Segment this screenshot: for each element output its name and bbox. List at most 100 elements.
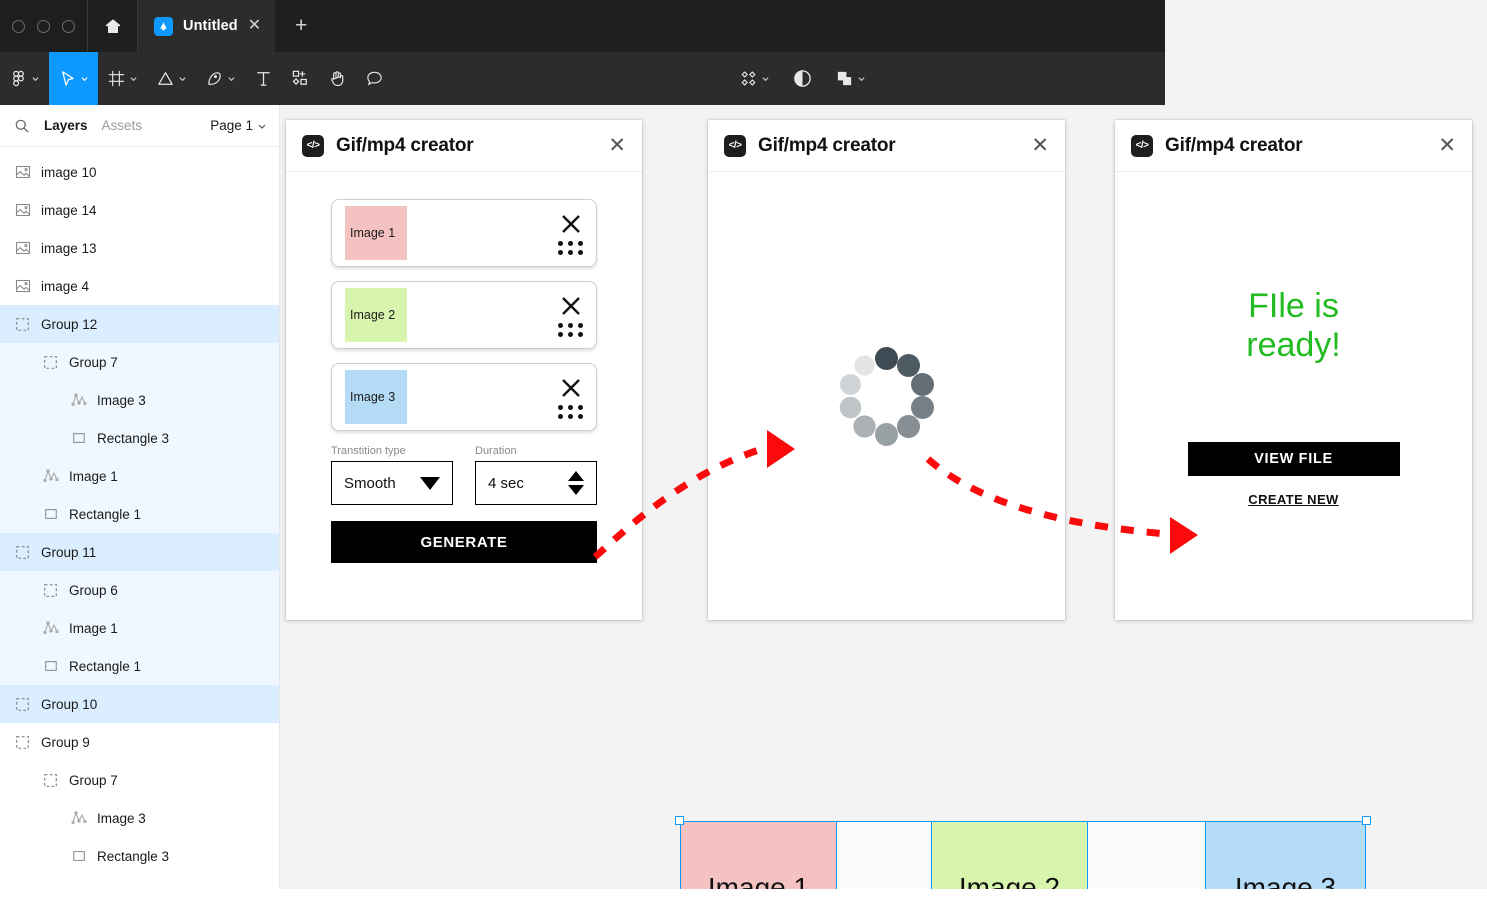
search-icon[interactable] bbox=[14, 118, 30, 134]
layer-row[interactable]: Group 7 bbox=[0, 761, 279, 799]
layer-row[interactable]: Image 1 bbox=[0, 609, 279, 647]
tab-layers[interactable]: Layers bbox=[44, 118, 88, 133]
figma-menu-button[interactable] bbox=[0, 52, 49, 105]
layer-row-label: Image 3 bbox=[97, 392, 146, 408]
remove-icon[interactable] bbox=[559, 212, 583, 236]
remove-icon[interactable] bbox=[559, 294, 583, 318]
stepper-up-icon[interactable] bbox=[568, 471, 584, 481]
layer-row[interactable]: Image 3 bbox=[0, 381, 279, 419]
layer-row-label: Rectangle 3 bbox=[97, 848, 170, 864]
layer-row[interactable]: Group 6 bbox=[0, 571, 279, 609]
minimize-window-button[interactable] bbox=[37, 19, 50, 33]
image-row[interactable]: Image 3 bbox=[331, 363, 597, 431]
layer-row[interactable]: Rectangle 3 bbox=[0, 837, 279, 875]
plugin-close-button[interactable]: ✕ bbox=[608, 135, 626, 156]
shape-tool-button[interactable] bbox=[147, 52, 196, 105]
layer-row-label: Rectangle 3 bbox=[97, 430, 170, 446]
layer-row[interactable]: Group 7 bbox=[0, 343, 279, 381]
component-tool-button[interactable] bbox=[282, 52, 319, 105]
transition-label: Transtition type bbox=[331, 445, 406, 457]
drag-handle-icon[interactable] bbox=[558, 240, 584, 255]
duration-stepper[interactable]: 4 sec bbox=[475, 461, 597, 505]
layer-row-label: Group 7 bbox=[69, 354, 118, 370]
layer-row[interactable]: Group 10 bbox=[0, 685, 279, 723]
layer-row[interactable]: image 4 bbox=[0, 267, 279, 305]
layer-row[interactable]: Rectangle 1 bbox=[0, 647, 279, 685]
drag-handle-icon[interactable] bbox=[558, 322, 584, 337]
plugin-header: </> Gif/mp4 creator ✕ bbox=[708, 120, 1065, 172]
maximize-window-button[interactable] bbox=[62, 19, 75, 33]
layer-row[interactable]: image 14 bbox=[0, 191, 279, 229]
plugin-close-button[interactable]: ✕ bbox=[1031, 135, 1049, 156]
image-row[interactable]: Image 2 bbox=[331, 281, 597, 349]
group-layer-icon bbox=[42, 354, 59, 371]
hand-tool-button[interactable] bbox=[319, 52, 356, 105]
chevron-down-icon bbox=[258, 124, 266, 129]
remove-icon[interactable] bbox=[559, 376, 583, 400]
spinner-dot bbox=[854, 355, 875, 376]
share-button[interactable] bbox=[826, 52, 875, 105]
view-file-button[interactable]: VIEW FILE bbox=[1187, 441, 1400, 476]
plugin-window-ready[interactable]: </> Gif/mp4 creator ✕ FIle is ready! VIE… bbox=[1115, 120, 1472, 620]
spinner-dot bbox=[839, 373, 861, 395]
layer-row[interactable]: Image 1 bbox=[0, 457, 279, 495]
layer-row[interactable]: image 13 bbox=[0, 229, 279, 267]
pen-tool-button[interactable] bbox=[196, 52, 245, 105]
image-row[interactable]: Image 1 bbox=[331, 199, 597, 267]
move-tool-button[interactable] bbox=[49, 52, 98, 105]
tab-assets[interactable]: Assets bbox=[102, 118, 143, 133]
file-tab[interactable]: Untitled ✕ bbox=[138, 0, 276, 52]
drag-handle-icon[interactable] bbox=[558, 404, 584, 419]
group-layer-icon bbox=[14, 544, 31, 561]
layer-row[interactable]: Group 9 bbox=[0, 723, 279, 761]
plugin-title: Gif/mp4 creator bbox=[758, 134, 896, 156]
image-row-actions bbox=[558, 200, 584, 266]
comment-tool-button[interactable] bbox=[356, 52, 393, 105]
rect-layer-icon bbox=[70, 848, 87, 865]
text-tool-button[interactable] bbox=[245, 52, 282, 105]
stepper-down-icon[interactable] bbox=[568, 485, 584, 495]
chevron-down-icon bbox=[32, 77, 39, 82]
image-layer-icon bbox=[14, 164, 31, 181]
page-selector[interactable]: Page 1 bbox=[210, 118, 267, 133]
group-layer-icon bbox=[42, 582, 59, 599]
image-layer-icon bbox=[14, 202, 31, 219]
layer-row-label: Group 7 bbox=[69, 772, 118, 788]
layer-row[interactable]: Rectangle 1 bbox=[0, 495, 279, 533]
close-tab-button[interactable]: ✕ bbox=[248, 18, 261, 34]
frame-tool-button[interactable] bbox=[98, 52, 147, 105]
generate-button[interactable]: GENERATE bbox=[331, 521, 597, 563]
vector-layer-icon bbox=[42, 620, 59, 637]
plugin-body-loading bbox=[708, 172, 1065, 620]
resize-handle-tr[interactable] bbox=[1362, 816, 1371, 825]
home-button[interactable] bbox=[88, 0, 138, 52]
layers-list[interactable]: image 10 image 14 image 13 image 4 Group 12 G… bbox=[0, 147, 279, 889]
layer-row[interactable]: Rectangle 3 bbox=[0, 419, 279, 457]
duration-label: Duration bbox=[475, 445, 517, 457]
main-toolbar bbox=[0, 52, 1165, 105]
text-tool-icon bbox=[257, 72, 270, 86]
layer-row[interactable]: image 10 bbox=[0, 153, 279, 191]
image-thumbnail: Image 3 bbox=[345, 370, 407, 424]
plugin-code-icon: </> bbox=[1131, 134, 1153, 157]
layer-row-label: image 13 bbox=[41, 240, 97, 256]
chevron-down-icon bbox=[81, 77, 88, 82]
layer-row[interactable]: Image 3 bbox=[0, 799, 279, 837]
layer-row[interactable]: Group 11 bbox=[0, 533, 279, 571]
group-layer-icon bbox=[42, 772, 59, 789]
toolbar-left-group bbox=[0, 52, 393, 105]
plugin-close-button[interactable]: ✕ bbox=[1438, 135, 1456, 156]
dev-mode-button[interactable] bbox=[783, 52, 822, 105]
figma-menu-icon bbox=[13, 70, 24, 87]
transition-select[interactable]: Smooth bbox=[331, 461, 453, 505]
canvas[interactable]: </> Gif/mp4 creator ✕ Image 1 Image 2 Im… bbox=[280, 105, 1487, 917]
layer-row[interactable]: Group 12 bbox=[0, 305, 279, 343]
resize-handle-tl[interactable] bbox=[675, 816, 684, 825]
close-window-button[interactable] bbox=[12, 19, 25, 33]
create-new-link[interactable]: CREATE NEW bbox=[1115, 492, 1472, 507]
plugin-window-editor[interactable]: </> Gif/mp4 creator ✕ Image 1 Image 2 Im… bbox=[286, 120, 642, 620]
new-tab-button[interactable]: + bbox=[275, 0, 327, 52]
plugin-window-loading[interactable]: </> Gif/mp4 creator ✕ bbox=[708, 120, 1065, 620]
actions-button[interactable] bbox=[730, 52, 779, 105]
